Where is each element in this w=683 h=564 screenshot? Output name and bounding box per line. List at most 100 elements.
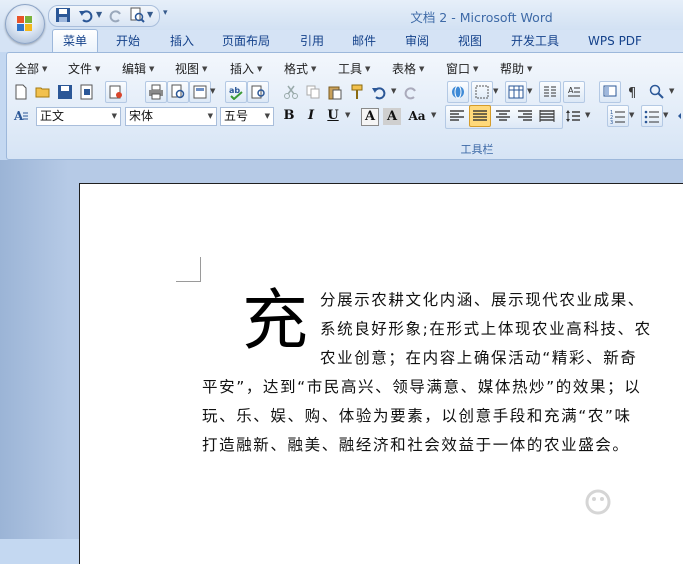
menu-insert[interactable]: 插入 ▼ — [230, 60, 262, 77]
character-border-button[interactable]: A — [361, 108, 379, 126]
open-folder-icon[interactable] — [33, 82, 53, 102]
office-button[interactable] — [5, 4, 45, 44]
chevron-down-icon: ▼ — [257, 65, 263, 73]
new-document-icon[interactable] — [11, 82, 31, 102]
decrease-indent-icon[interactable] — [675, 106, 683, 126]
chevron-down-icon: ▼ — [365, 65, 371, 73]
chevron-down-icon[interactable]: ▼ — [210, 87, 215, 95]
menu-file[interactable]: 文件 ▼ — [68, 60, 100, 77]
svg-text:3: 3 — [610, 120, 613, 124]
tab-review[interactable]: 审阅 — [395, 30, 439, 52]
justify-icon[interactable] — [469, 105, 491, 127]
menu-label: 编辑 — [122, 62, 147, 76]
redo-icon[interactable] — [401, 82, 421, 102]
tab-developer[interactable]: 开发工具 — [503, 30, 567, 52]
tab-page-layout[interactable]: 页面布局 — [214, 30, 278, 52]
print-preview-icon[interactable] — [167, 81, 189, 103]
style-select[interactable]: 正文 ▼ — [36, 107, 121, 126]
chevron-down-icon[interactable]: ▼ — [431, 111, 436, 119]
ribbon-tabs: 菜单 开始 插入 页面布局 引用 邮件 审阅 视图 开发工具 WPS PDF — [0, 29, 683, 53]
save-icon[interactable] — [55, 82, 75, 102]
chevron-down-icon[interactable]: ▼ — [527, 87, 532, 95]
line-spacing-icon[interactable] — [563, 106, 583, 126]
menu-help[interactable]: 帮助 ▼ — [500, 60, 532, 77]
document-line[interactable]: 平安”，达到“市民高兴、领导满意、媒体热炒”的效果；以 — [202, 375, 641, 397]
align-left-icon[interactable] — [447, 106, 467, 126]
menu-label: 表格 — [392, 62, 417, 76]
standard-toolbar: ▼ ab ▼ ▼ ▼ A ¶ ▼ — [11, 81, 683, 104]
menu-label: 格式 — [284, 62, 309, 76]
document-line[interactable]: 系统良好形象;在形式上体现农业高科技、农 — [320, 317, 652, 339]
research-icon[interactable] — [247, 81, 269, 103]
tab-view[interactable]: 视图 — [448, 30, 492, 52]
print-icon[interactable] — [145, 81, 167, 103]
chevron-down-icon[interactable]: ▼ — [669, 87, 674, 95]
tab-insert[interactable]: 插入 — [160, 30, 204, 52]
menu-all[interactable]: 全部 ▼ — [15, 60, 47, 77]
format-painter-icon[interactable] — [347, 82, 367, 102]
tab-wps-pdf[interactable]: WPS PDF — [580, 30, 650, 52]
character-shading-button[interactable]: A — [383, 108, 401, 125]
chevron-down-icon[interactable]: ▼ — [585, 111, 590, 119]
drop-cap[interactable]: 充 — [242, 286, 308, 356]
chevron-down-icon[interactable]: ▼ — [391, 87, 396, 95]
menu-view[interactable]: 视图 ▼ — [175, 60, 207, 77]
spelling-check-icon[interactable]: ab — [225, 81, 247, 103]
chevron-down-icon: ▼ — [42, 65, 48, 73]
menu-label: 帮助 — [500, 62, 525, 76]
paste-icon[interactable] — [325, 82, 345, 102]
tab-menu[interactable]: 菜单 — [52, 29, 98, 53]
email-icon[interactable] — [105, 81, 127, 103]
chevron-down-icon: ▼ — [473, 65, 479, 73]
menu-table[interactable]: 表格 ▼ — [392, 60, 424, 77]
styles-pane-icon[interactable]: A — [11, 106, 31, 126]
document-line[interactable]: 农业创意；在内容上确保活动“精彩、新奇 — [320, 346, 637, 368]
align-center-icon[interactable] — [493, 106, 513, 126]
menu-window[interactable]: 窗口 ▼ — [446, 60, 478, 77]
chevron-down-icon[interactable]: ▼ — [629, 111, 634, 119]
document-map-icon[interactable] — [599, 81, 621, 103]
page-view-icon[interactable] — [189, 81, 211, 103]
svg-text:¶: ¶ — [628, 86, 636, 100]
show-formatting-icon[interactable]: ¶ — [623, 82, 643, 102]
window-title: 文档 2 - Microsoft Word — [0, 7, 683, 26]
chevron-down-icon[interactable]: ▼ — [345, 111, 350, 119]
distributed-align-icon[interactable] — [537, 106, 557, 126]
cut-icon[interactable] — [281, 82, 301, 102]
insert-table-icon[interactable] — [505, 81, 527, 103]
chevron-down-icon[interactable]: ▼ — [493, 87, 498, 95]
bold-button[interactable]: B — [279, 106, 299, 126]
office-logo-icon — [17, 16, 32, 31]
menu-label: 文件 — [68, 62, 93, 76]
bullets-icon[interactable] — [641, 105, 663, 127]
underline-button[interactable]: U — [323, 106, 343, 126]
text-direction-icon[interactable]: A — [563, 81, 585, 103]
align-right-icon[interactable] — [515, 106, 535, 126]
hyperlink-icon[interactable] — [447, 81, 469, 103]
title-bar: ▼ ▼ ▾ 文档 2 - Microsoft Word — [0, 0, 683, 44]
zoom-icon[interactable] — [647, 82, 667, 102]
copy-icon[interactable] — [303, 82, 323, 102]
italic-button[interactable]: I — [301, 106, 321, 126]
menu-edit[interactable]: 编辑 ▼ — [122, 60, 154, 77]
tab-home[interactable]: 开始 — [106, 30, 150, 52]
tab-references[interactable]: 引用 — [290, 30, 334, 52]
font-select[interactable]: 宋体 ▼ — [125, 107, 217, 126]
margin-corner-mark — [176, 257, 201, 282]
font-size-select[interactable]: 五号 ▼ — [220, 107, 274, 126]
permission-icon[interactable] — [77, 82, 97, 102]
document-line[interactable]: 分展示农耕文化内涵、展示现代农业成果、 — [320, 288, 645, 310]
undo-icon[interactable] — [369, 82, 389, 102]
change-case-icon[interactable]: Aa — [407, 106, 427, 126]
chevron-down-icon[interactable]: ▼ — [663, 111, 668, 119]
numbering-icon[interactable]: 123 — [607, 105, 629, 127]
table-border-icon[interactable] — [471, 81, 493, 103]
tab-mailings[interactable]: 邮件 — [342, 30, 386, 52]
document-line[interactable]: 打造融新、融美、融经济和社会效益于一体的农业盛会。 — [202, 433, 630, 455]
menu-format[interactable]: 格式 ▼ — [284, 60, 316, 77]
classic-menu-bar: 全部 ▼ 文件 ▼ 编辑 ▼ 视图 ▼ 插入 ▼ 格式 ▼ 工具 ▼ 表格 ▼ 窗口 ▼ 帮助 ▼ — [7, 57, 683, 79]
columns-icon[interactable] — [539, 81, 561, 103]
svg-text:A: A — [13, 109, 24, 123]
document-line[interactable]: 玩、乐、娱、购、体验为要素，以创意手段和充满“农”味 — [202, 404, 632, 426]
menu-tools[interactable]: 工具 ▼ — [338, 60, 370, 77]
